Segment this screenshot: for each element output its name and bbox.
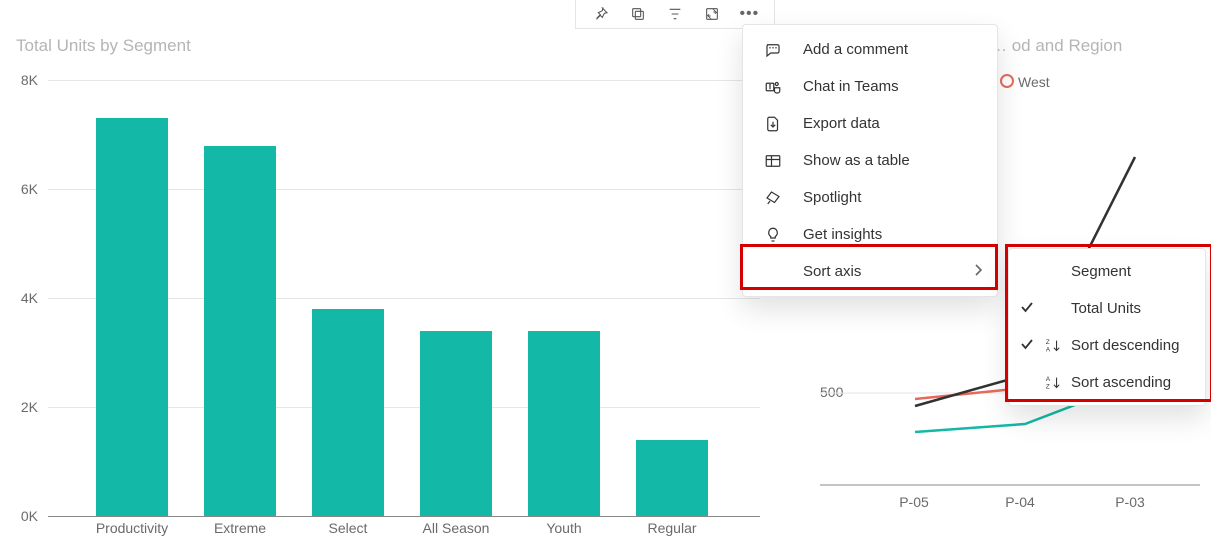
x-category: Select	[294, 520, 402, 536]
y-tick-4k: 4K	[8, 290, 38, 306]
bar-all-season[interactable]	[402, 331, 510, 516]
export-icon	[761, 112, 785, 136]
submenu-total-units[interactable]: Total Units	[1009, 290, 1205, 327]
menu-chat-teams[interactable]: Chat in Teams	[743, 68, 997, 105]
menu-label: Get insights	[803, 226, 997, 243]
bar-productivity[interactable]	[78, 118, 186, 516]
svg-text:A: A	[1046, 346, 1051, 353]
line-x-category: P-04	[990, 494, 1050, 510]
menu-label: Spotlight	[803, 189, 997, 206]
menu-label: Add a comment	[803, 41, 997, 58]
submenu-label: Sort descending	[1071, 337, 1205, 354]
x-category: Youth	[510, 520, 618, 536]
line-x-category: P-05	[884, 494, 944, 510]
check-icon	[1017, 300, 1037, 318]
legend-label: West	[1018, 74, 1050, 90]
bar-chart-title: Total Units by Segment	[16, 36, 191, 56]
x-category: Extreme	[186, 520, 294, 536]
spotlight-icon	[761, 186, 785, 210]
submenu-label: Sort ascending	[1071, 374, 1205, 391]
x-category: Productivity	[78, 520, 186, 536]
sort-axis-submenu: Segment Total Units ZA Sort descending A…	[1008, 248, 1206, 406]
menu-sort-axis[interactable]: Sort axis	[743, 253, 997, 290]
bar-regular[interactable]	[618, 440, 726, 516]
chevron-right-icon	[973, 263, 983, 281]
pin-icon[interactable]	[589, 2, 613, 26]
svg-text:Z: Z	[1046, 383, 1050, 390]
x-category: Regular	[618, 520, 726, 536]
menu-get-insights[interactable]: Get insights	[743, 216, 997, 253]
menu-label: Chat in Teams	[803, 78, 997, 95]
menu-spotlight[interactable]: Spotlight	[743, 179, 997, 216]
filter-icon[interactable]	[663, 2, 687, 26]
menu-export-data[interactable]: Export data	[743, 105, 997, 142]
bar-select[interactable]	[294, 309, 402, 516]
copy-icon[interactable]	[626, 2, 650, 26]
legend-entry-west[interactable]: West	[1000, 74, 1050, 90]
submenu-sort-ascending[interactable]: AZ Sort ascending	[1009, 364, 1205, 401]
legend-marker-icon	[1000, 74, 1014, 88]
submenu-label: Total Units	[1071, 300, 1205, 317]
insights-icon	[761, 223, 785, 247]
submenu-sort-descending[interactable]: ZA Sort descending	[1009, 327, 1205, 364]
submenu-label: Segment	[1071, 263, 1205, 280]
table-icon	[761, 149, 785, 173]
line-chart-title: … od and Region	[990, 36, 1122, 56]
menu-label: Sort axis	[803, 263, 973, 280]
sort-asc-icon: AZ	[1043, 375, 1063, 391]
y-tick-2k: 2K	[8, 399, 38, 415]
context-menu: Add a comment Chat in Teams Export data …	[742, 24, 998, 297]
menu-add-comment[interactable]: Add a comment	[743, 31, 997, 68]
bar-plot-area	[48, 80, 760, 516]
blank-icon	[761, 260, 785, 284]
line-x-category: P-03	[1100, 494, 1160, 510]
sort-desc-icon: ZA	[1043, 338, 1063, 354]
submenu-segment[interactable]: Segment	[1009, 253, 1205, 290]
bar-chart-card: Total Units by Segment 8K 6K 4K 2K 0K Pr…	[0, 0, 760, 542]
svg-text:Z: Z	[1046, 339, 1050, 346]
y-tick-8k: 8K	[8, 72, 38, 88]
menu-label: Export data	[803, 115, 997, 132]
teams-icon	[761, 75, 785, 99]
x-axis-line	[48, 516, 760, 517]
x-category: All Season	[402, 520, 510, 536]
bar-youth[interactable]	[510, 331, 618, 516]
bar-extreme[interactable]	[186, 146, 294, 516]
y-tick-6k: 6K	[8, 181, 38, 197]
y-tick-0k: 0K	[8, 508, 38, 524]
menu-show-as-table[interactable]: Show as a table	[743, 142, 997, 179]
check-icon	[1017, 337, 1037, 355]
focus-mode-icon[interactable]	[700, 2, 724, 26]
more-options-icon[interactable]: •••	[737, 2, 761, 26]
comment-icon	[761, 38, 785, 62]
menu-label: Show as a table	[803, 152, 997, 169]
svg-text:A: A	[1046, 376, 1051, 383]
